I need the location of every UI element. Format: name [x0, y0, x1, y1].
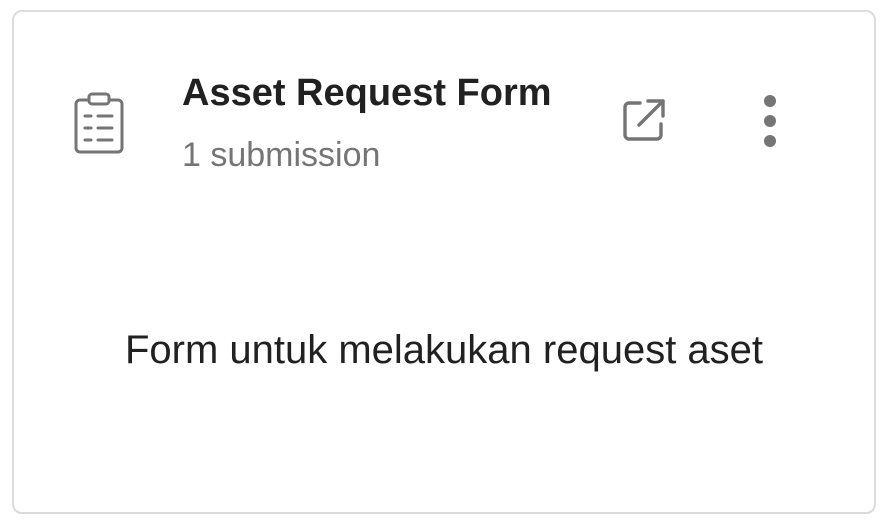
open-form-button[interactable]: [616, 94, 672, 150]
form-title: Asset Request Form: [182, 72, 552, 114]
more-vertical-icon: [762, 92, 778, 157]
form-description: Form untuk melakukan request aset: [124, 328, 764, 372]
more-options-button[interactable]: [744, 92, 796, 156]
submission-count: 1 submission: [182, 136, 381, 174]
form-card[interactable]: Asset Request Form 1 submission Form unt…: [12, 10, 876, 514]
external-link-icon: [619, 95, 669, 150]
clipboard-list-icon: [72, 92, 128, 156]
